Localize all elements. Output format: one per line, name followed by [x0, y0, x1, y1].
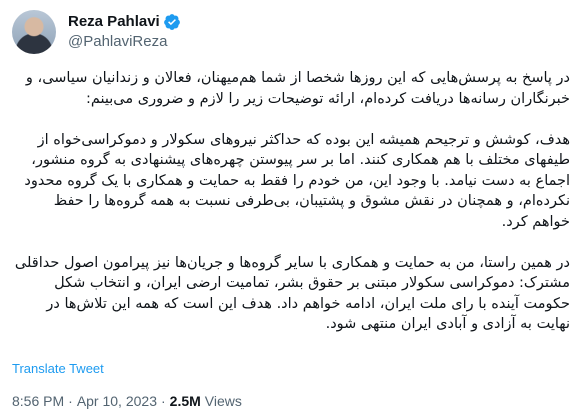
- meta-separator: ·: [160, 393, 166, 409]
- tweet-paragraph: هدف، کوشش و ترجیحم همیشه این بوده که حدا…: [24, 131, 570, 230]
- tweet-meta: 8:56 PM · Apr 10, 2023 · 2.5M Views: [12, 393, 242, 409]
- author-block: Reza Pahlavi @PahlaviReza: [68, 12, 181, 52]
- avatar[interactable]: [12, 10, 56, 54]
- tweet-paragraph: در پاسخ به پرسش‌هایی که این روزها شخصا ا…: [25, 70, 570, 107]
- tweet-time[interactable]: 8:56 PM: [12, 393, 64, 409]
- tweet-text: در پاسخ به پرسش‌هایی که این روزها شخصا ا…: [14, 68, 570, 355]
- name-row: Reza Pahlavi: [68, 12, 181, 32]
- meta-separator: ·: [68, 393, 73, 409]
- tweet-paragraph: در همین راستا، من به حمایت و همکاری با س…: [14, 254, 570, 333]
- views-label: Views: [204, 393, 242, 409]
- translate-tweet-link[interactable]: Translate Tweet: [12, 361, 104, 376]
- author-display-name[interactable]: Reza Pahlavi: [68, 12, 160, 32]
- views-count: 2.5M: [169, 393, 201, 409]
- tweet-header: Reza Pahlavi @PahlaviReza: [12, 10, 181, 54]
- author-handle[interactable]: @PahlaviReza: [68, 32, 181, 52]
- tweet-date[interactable]: Apr 10, 2023: [77, 393, 157, 409]
- verified-badge-icon: [163, 14, 180, 30]
